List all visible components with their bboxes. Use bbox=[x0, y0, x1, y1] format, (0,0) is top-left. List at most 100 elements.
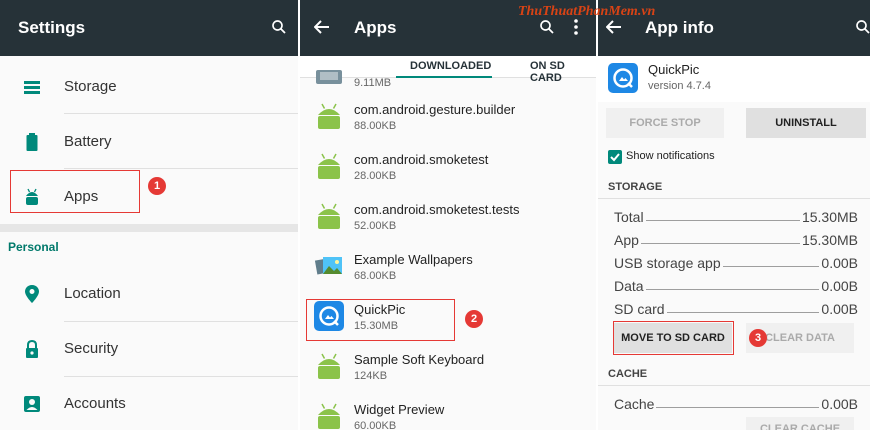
settings-item-battery[interactable]: Battery bbox=[0, 114, 298, 169]
android-icon bbox=[314, 351, 344, 381]
leader-line bbox=[645, 220, 800, 221]
settings-title: Settings bbox=[18, 18, 86, 37]
settings-item-accounts[interactable]: Accounts bbox=[0, 376, 298, 430]
storage-key: Data bbox=[614, 278, 644, 294]
settings-item-security[interactable]: Security bbox=[0, 321, 298, 376]
app-name: com.android.gesture.builder bbox=[354, 102, 516, 117]
list-item[interactable]: Sample Soft Keyboard 124KB bbox=[300, 344, 596, 393]
app-name: com.android.smoketest.tests bbox=[354, 202, 520, 217]
storage-header: STORAGE bbox=[608, 181, 663, 193]
section-header-personal: Personal bbox=[8, 240, 59, 254]
show-notifications-checkbox[interactable] bbox=[608, 150, 622, 164]
settings-panel: Settings Storage Battery Apps Personal L… bbox=[0, 0, 298, 430]
cache-header: CACHE bbox=[608, 368, 648, 380]
settings-toolbar: Settings bbox=[0, 0, 298, 56]
settings-item-label: Location bbox=[64, 285, 121, 302]
list-item[interactable]: com.android.smoketest 28.00KB bbox=[300, 144, 596, 193]
more-options-icon[interactable] bbox=[574, 19, 578, 35]
app-size: 28.00KB bbox=[354, 170, 397, 182]
wallpaper-icon bbox=[314, 251, 344, 281]
list-item[interactable]: 9.11MB bbox=[300, 56, 596, 94]
step-badge: 2 bbox=[465, 310, 483, 328]
android-icon bbox=[314, 201, 344, 231]
storage-key: App bbox=[614, 232, 639, 248]
storage-icon bbox=[22, 77, 42, 97]
cache-key: Cache bbox=[614, 396, 655, 412]
step-badge: 1 bbox=[148, 177, 166, 195]
battery-icon bbox=[22, 132, 42, 152]
divider bbox=[598, 198, 870, 199]
app-name: com.android.smoketest bbox=[354, 152, 489, 167]
app-size: 124KB bbox=[354, 370, 388, 382]
app-info-panel: App info QuickPic version 4.7.4 FORCE ST… bbox=[598, 0, 870, 430]
storage-value: 0.00B bbox=[821, 255, 858, 271]
app-header: QuickPic version 4.7.4 bbox=[598, 56, 870, 102]
back-arrow-icon[interactable] bbox=[606, 20, 622, 34]
leader-line bbox=[722, 266, 820, 267]
highlight-box bbox=[10, 170, 140, 213]
apps-title: Apps bbox=[354, 18, 397, 37]
lock-icon bbox=[22, 339, 42, 359]
leader-line bbox=[666, 312, 820, 313]
settings-item-storage[interactable]: Storage bbox=[0, 59, 298, 114]
settings-item-label: Storage bbox=[64, 78, 117, 95]
list-item[interactable]: com.android.gesture.builder 88.00KB bbox=[300, 94, 596, 143]
storage-row-usb: USB storage app 0.00B bbox=[614, 249, 858, 271]
clear-cache-button[interactable]: CLEAR CACHE bbox=[746, 417, 854, 430]
watermark-logo: ThuThuatPhanMem.vn bbox=[518, 4, 656, 19]
app-size: 68.00KB bbox=[354, 270, 397, 282]
location-icon bbox=[22, 284, 42, 304]
app-size: 88.00KB bbox=[354, 120, 397, 132]
app-name: QuickPic bbox=[648, 62, 700, 77]
android-icon bbox=[314, 401, 344, 430]
storage-value: 15.30MB bbox=[801, 232, 858, 248]
list-item[interactable]: Example Wallpapers 68.00KB bbox=[300, 244, 596, 293]
divider bbox=[598, 385, 870, 386]
app-icon bbox=[314, 70, 344, 84]
storage-row-total: Total 15.30MB bbox=[614, 203, 858, 225]
leader-line bbox=[640, 243, 800, 244]
storage-row-data: Data 0.00B bbox=[614, 272, 858, 294]
storage-key: USB storage app bbox=[614, 255, 721, 271]
search-icon[interactable] bbox=[538, 18, 556, 36]
storage-value: 0.00B bbox=[821, 301, 858, 317]
storage-key: Total bbox=[614, 209, 644, 225]
list-item[interactable]: Widget Preview 60.00KB bbox=[300, 394, 596, 430]
storage-value: 15.30MB bbox=[801, 209, 858, 225]
list-item[interactable]: com.android.smoketest.tests 52.00KB bbox=[300, 194, 596, 243]
back-arrow-icon[interactable] bbox=[314, 20, 330, 34]
highlight-box bbox=[306, 299, 455, 341]
highlight-box bbox=[613, 321, 734, 355]
settings-item-location[interactable]: Location bbox=[0, 266, 298, 321]
apps-panel: Apps DOWNLOADED ON SD CARD 9.11MB com.an… bbox=[300, 0, 596, 430]
quickpic-icon bbox=[608, 63, 638, 93]
storage-value: 0.00B bbox=[821, 278, 858, 294]
settings-item-label: Accounts bbox=[64, 395, 126, 412]
app-name: Sample Soft Keyboard bbox=[354, 352, 485, 367]
step-badge: 3 bbox=[749, 329, 767, 347]
force-stop-button[interactable]: FORCE STOP bbox=[606, 108, 724, 138]
app-size: 52.00KB bbox=[354, 220, 397, 232]
show-notifications-label: Show notifications bbox=[626, 150, 715, 162]
settings-item-label: Security bbox=[64, 340, 119, 357]
app-version: version 4.7.4 bbox=[648, 80, 711, 92]
account-icon bbox=[22, 394, 42, 414]
android-icon bbox=[314, 101, 344, 131]
uninstall-button[interactable]: UNINSTALL bbox=[746, 108, 866, 138]
app-name: Example Wallpapers bbox=[354, 252, 473, 267]
storage-row-app: App 15.30MB bbox=[614, 226, 858, 248]
leader-line bbox=[645, 289, 820, 290]
storage-row-sd: SD card 0.00B bbox=[614, 295, 858, 317]
cache-value: 0.00B bbox=[821, 396, 858, 412]
app-size: 9.11MB bbox=[354, 77, 392, 89]
storage-key: SD card bbox=[614, 301, 665, 317]
cache-row: Cache 0.00B bbox=[614, 390, 858, 412]
search-icon[interactable] bbox=[270, 18, 288, 36]
search-icon[interactable] bbox=[854, 18, 870, 36]
android-icon bbox=[314, 151, 344, 181]
app-name: Widget Preview bbox=[354, 402, 445, 417]
leader-line bbox=[656, 407, 820, 408]
app-size: 60.00KB bbox=[354, 420, 397, 430]
settings-item-label: Battery bbox=[64, 133, 112, 150]
section-divider bbox=[0, 224, 298, 232]
